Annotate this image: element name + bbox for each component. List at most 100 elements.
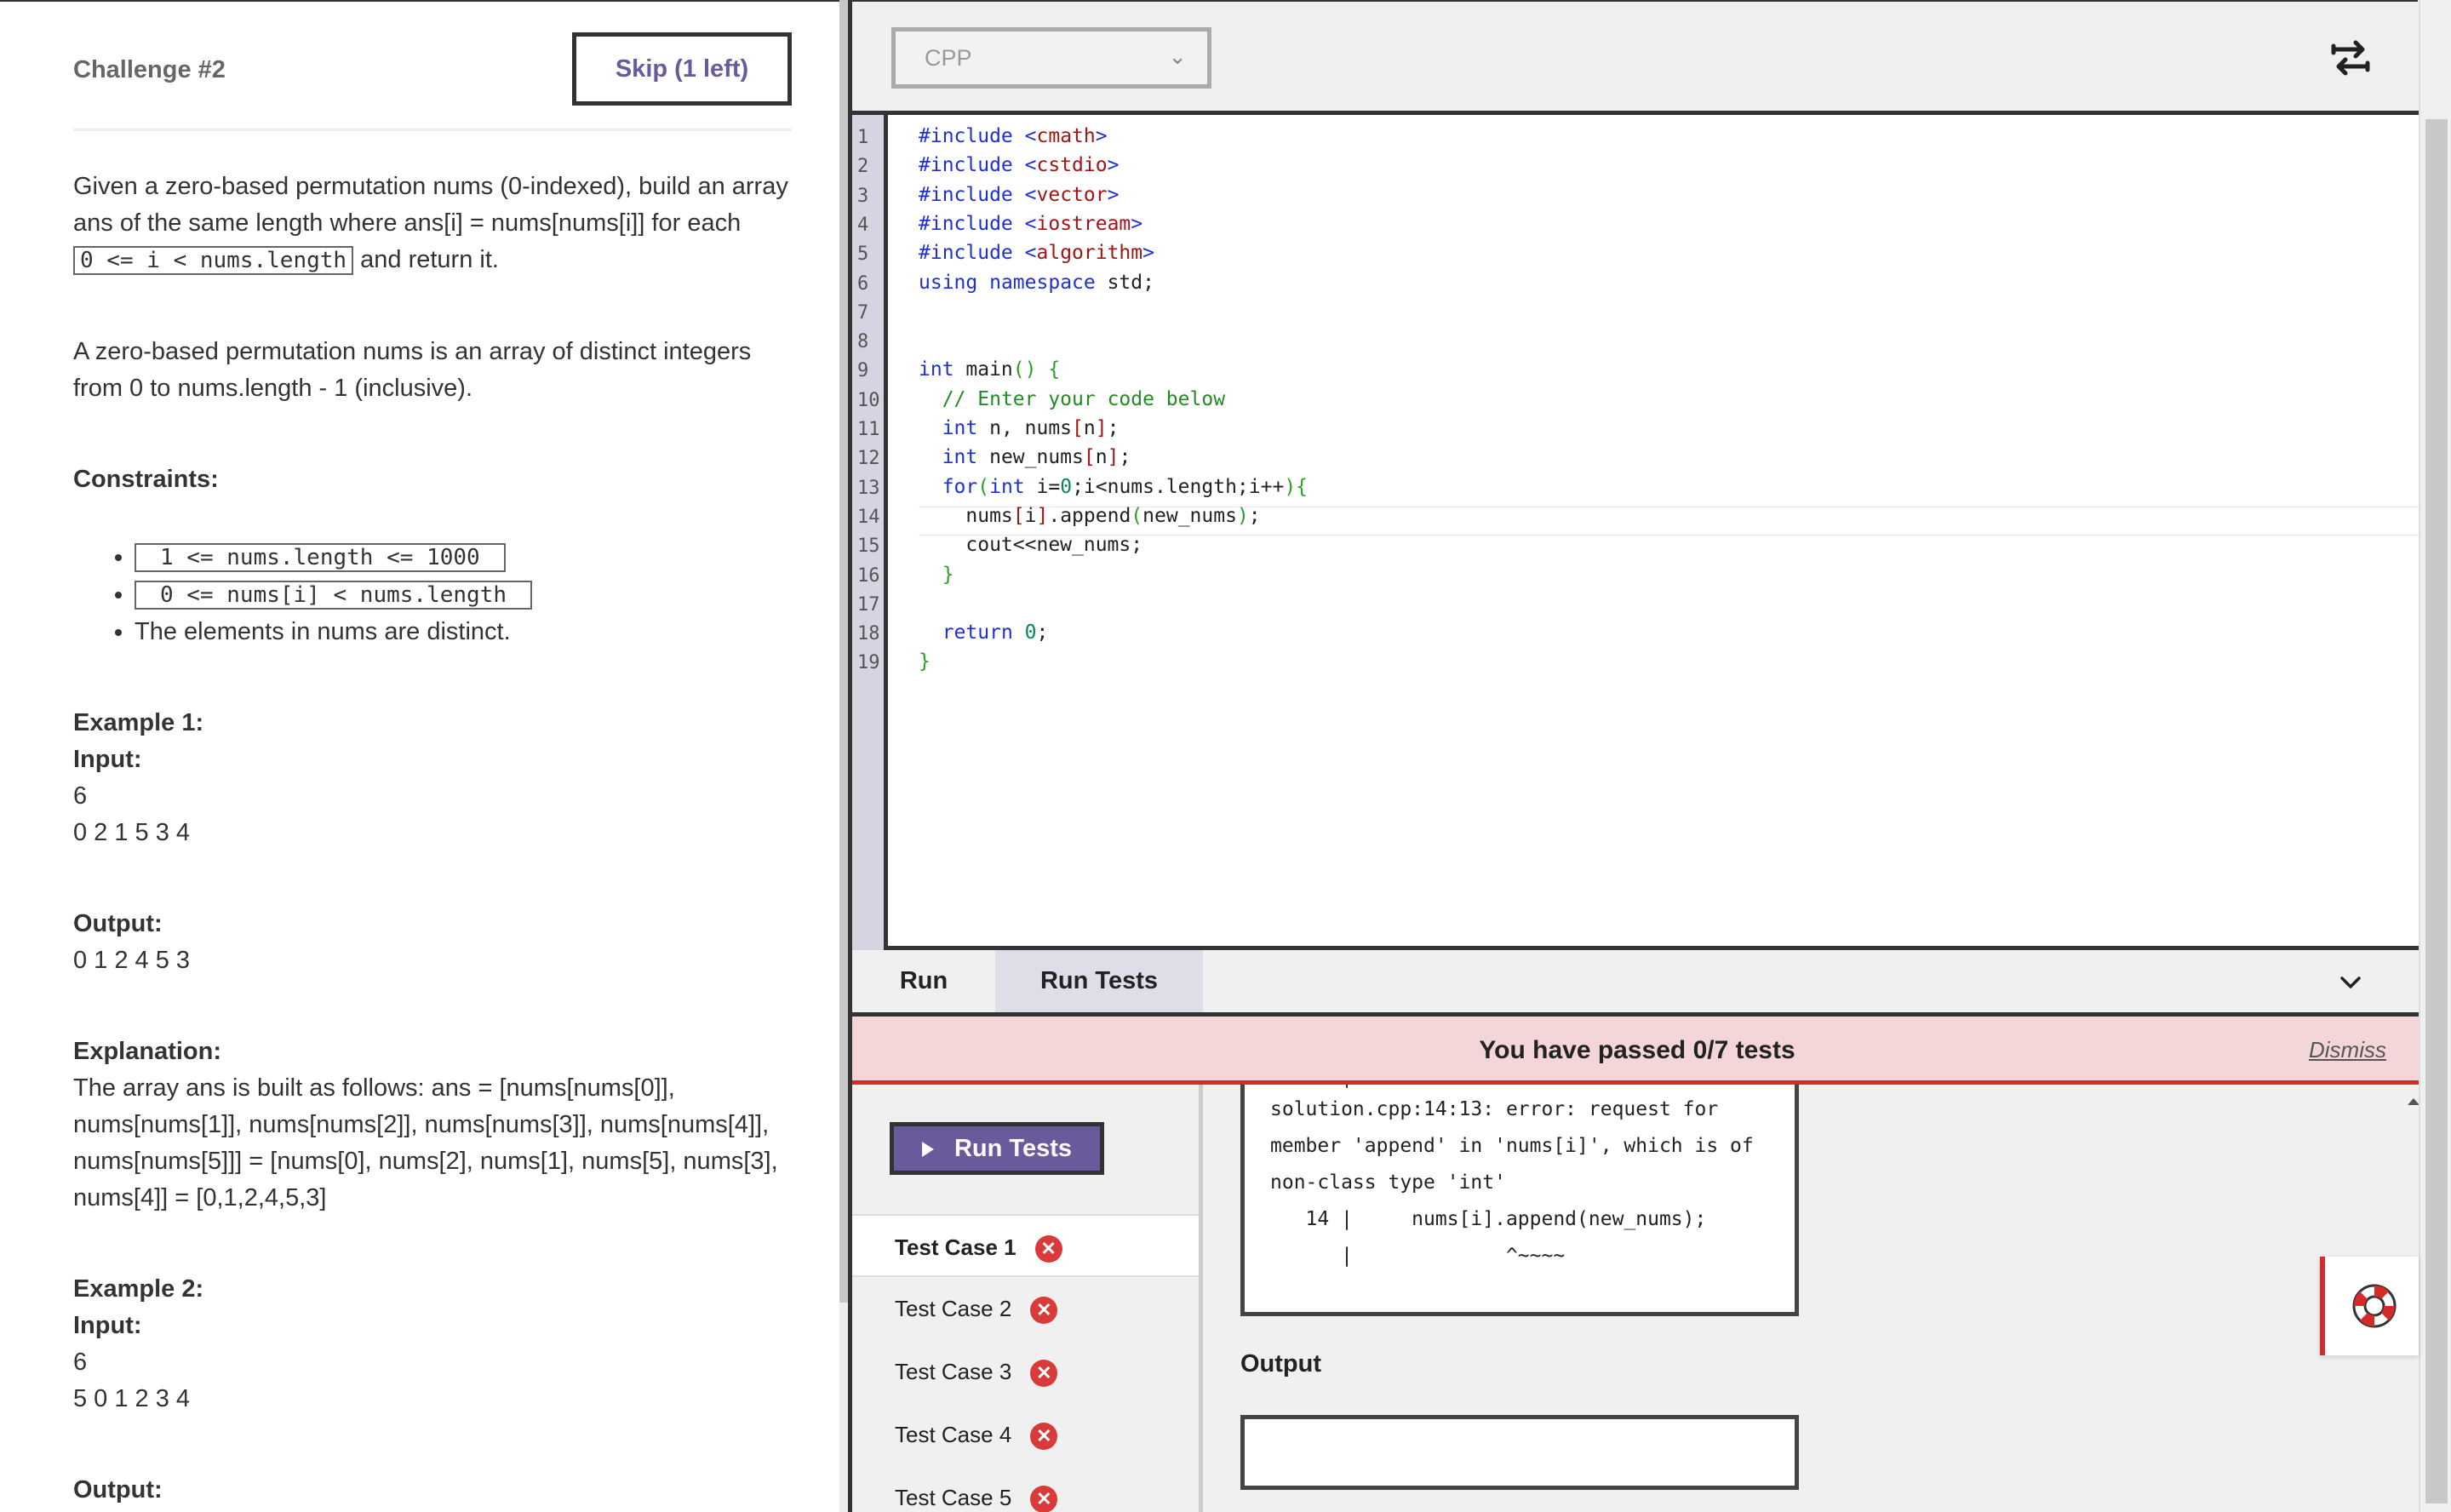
language-select[interactable]: CPP ⌄ [891, 27, 1211, 89]
fail-icon: ✕ [1030, 1423, 1058, 1451]
output-value: 0 1 2 4 5 3 [73, 947, 191, 974]
example-1: Example 1: Input: 6 0 2 1 5 3 4 [73, 705, 788, 851]
scrollbar-thumb[interactable] [2425, 119, 2448, 1503]
input-label: Input: [73, 1312, 142, 1339]
test-result-banner: You have passed 0/7 tests Dismiss [852, 1017, 2422, 1085]
code-line[interactable]: #include <cmath> [919, 122, 1108, 151]
error-output: | ^~~~~ solution.cpp:14:13: error: reque… [1240, 1085, 1799, 1316]
editor-scrollbar[interactable] [2419, 0, 2451, 1512]
editor-pane: CPP ⌄ 1 2 3 4 5 6 7 8 9 10 11 12 13 14 15 16 17 18 19 #inc… [848, 0, 2422, 1512]
code-line[interactable]: cout<<new_nums; [919, 530, 1142, 559]
play-icon [921, 1141, 934, 1157]
line-number: 11 [857, 419, 880, 440]
test-case-item[interactable]: Test Case 4 ✕ [852, 1403, 1199, 1466]
language-value: CPP [925, 45, 972, 71]
line-number: 18 [857, 623, 880, 645]
input-line: 6 [73, 782, 88, 810]
swap-layout-icon[interactable] [2330, 37, 2371, 78]
constraints-list: 1 <= nums.length <= 1000 0 <= nums[i] < … [135, 539, 788, 650]
intro-code: 0 <= i < nums.length [73, 246, 354, 275]
error-line: solution.cpp:14:13: error: request for [1270, 1098, 1719, 1120]
code-line[interactable]: } [919, 647, 931, 676]
fail-icon: ✕ [1034, 1235, 1062, 1263]
code-line[interactable]: #include <algorithm> [919, 238, 1154, 267]
line-number: 19 [857, 652, 880, 674]
code-editor[interactable]: 1 2 3 4 5 6 7 8 9 10 11 12 13 14 15 16 17 18 19 #include <… [852, 115, 2422, 950]
test-case-detail: | ^~~~~ solution.cpp:14:13: error: reque… [1203, 1085, 2422, 1512]
line-number: 17 [857, 593, 880, 616]
code-line[interactable]: return 0; [919, 618, 1049, 647]
lifebuoy-icon [2352, 1284, 2397, 1328]
explanation-text: The array ans is built as follows: ans =… [73, 1074, 778, 1211]
constraint-item: 1 <= nums.length <= 1000 [135, 539, 788, 576]
test-case-label: Test Case 5 [895, 1485, 1012, 1510]
problem-pane: Challenge #2 Skip (1 left) Given a zero-… [0, 0, 839, 1512]
help-widget[interactable] [2320, 1257, 2419, 1355]
error-line: non-class type 'int' [1270, 1171, 1506, 1194]
fail-icon: ✕ [1030, 1486, 1058, 1512]
console-tabs: Run Run Tests [852, 950, 2422, 1017]
intro-text: Given a zero-based permutation nums (0-i… [73, 173, 788, 237]
line-number-gutter: 1 2 3 4 5 6 7 8 9 10 11 12 13 14 15 16 17 18 19 [852, 115, 888, 950]
skip-button[interactable]: Skip (1 left) [572, 32, 792, 106]
input-line: 6 [73, 1349, 88, 1376]
challenge-title: Challenge #2 [73, 56, 226, 83]
example-1-explanation: Explanation: The array ans is built as f… [73, 1034, 788, 1217]
example-heading: Example 2: [73, 1275, 204, 1303]
code-line[interactable]: int main() { [919, 355, 1060, 384]
line-number: 9 [857, 360, 869, 382]
fail-icon: ✕ [1030, 1360, 1058, 1388]
code-line[interactable]: int n, nums[n]; [919, 414, 1120, 443]
tab-run[interactable]: Run [852, 950, 995, 1012]
run-tests-button[interactable]: Run Tests [890, 1122, 1104, 1175]
code-line[interactable]: #include <cstdio> [919, 151, 1119, 180]
example-2: Example 2: Input: 6 5 0 1 2 3 4 [73, 1271, 788, 1418]
code-line[interactable]: int new_nums[n]; [919, 443, 1131, 472]
scrollbar-thumb[interactable] [839, 0, 848, 1303]
input-line: 5 0 1 2 3 4 [73, 1385, 191, 1412]
challenge-header: Challenge #2 Skip (1 left) [73, 32, 792, 131]
input-line: 0 2 1 5 3 4 [73, 819, 191, 846]
tab-run-tests[interactable]: Run Tests [995, 950, 1203, 1012]
line-number: 2 [857, 156, 869, 178]
line-number: 4 [857, 214, 869, 236]
error-line: 14 | nums[i].append(new_nums); [1270, 1208, 1707, 1230]
error-line: member 'append' in 'nums[i]', which is o… [1270, 1135, 1754, 1157]
test-case-item[interactable]: Test Case 1 ✕ [852, 1214, 1199, 1277]
code-line[interactable]: // Enter your code below [919, 385, 1225, 414]
code-line[interactable]: #include <vector> [919, 180, 1119, 209]
constraint-item: 0 <= nums[i] < nums.length [135, 576, 788, 614]
test-case-list: Run Tests Test Case 1 ✕ Test Case 2 ✕ Test… [852, 1085, 1203, 1512]
output-label: Output: [73, 910, 163, 937]
test-case-label: Test Case 1 [895, 1234, 1016, 1260]
line-number: 10 [857, 389, 880, 411]
tests-pane: Run Tests Test Case 1 ✕ Test Case 2 ✕ Test… [852, 1085, 2422, 1512]
output-label: Output: [73, 1476, 163, 1503]
problem-scrollbar[interactable] [839, 0, 848, 1512]
constraint-code: 1 <= nums.length <= 1000 [135, 543, 506, 572]
chevron-down-icon[interactable] [2337, 969, 2364, 996]
code-line[interactable]: for(int i=0;i<nums.length;i++){ [919, 472, 1308, 501]
code-line[interactable]: #include <iostream> [919, 209, 1142, 238]
constraints-heading: Constraints: [73, 466, 219, 493]
line-number: 6 [857, 272, 869, 295]
intro-text-end: and return it. [360, 246, 499, 273]
editor-toolbar: CPP ⌄ [852, 2, 2422, 115]
test-case-item[interactable]: Test Case 5 ✕ [852, 1466, 1199, 1512]
code-line[interactable]: nums[i].append(new_nums); [919, 501, 1260, 530]
constraint-code: 0 <= nums[i] < nums.length [135, 581, 532, 610]
test-case-label: Test Case 2 [895, 1296, 1012, 1321]
problem-description: Given a zero-based permutation nums (0-i… [73, 169, 788, 1512]
line-number: 5 [857, 243, 869, 266]
problem-definition: A zero-based permutation nums is an arra… [73, 338, 752, 402]
example-1-output: Output: 0 1 2 4 5 3 [73, 906, 788, 979]
code-line[interactable]: using namespace std; [919, 268, 1154, 297]
code-line[interactable]: } [919, 560, 954, 589]
output-label: Output [1240, 1350, 1322, 1377]
problem-intro: Given a zero-based permutation nums (0-i… [73, 169, 788, 279]
dismiss-link[interactable]: Dismiss [2309, 1037, 2386, 1063]
result-text: You have passed 0/7 tests [1479, 1036, 1795, 1064]
test-case-item[interactable]: Test Case 3 ✕ [852, 1340, 1199, 1403]
error-line: | ^~~~~ [1270, 1245, 1566, 1267]
test-case-item[interactable]: Test Case 2 ✕ [852, 1277, 1199, 1340]
